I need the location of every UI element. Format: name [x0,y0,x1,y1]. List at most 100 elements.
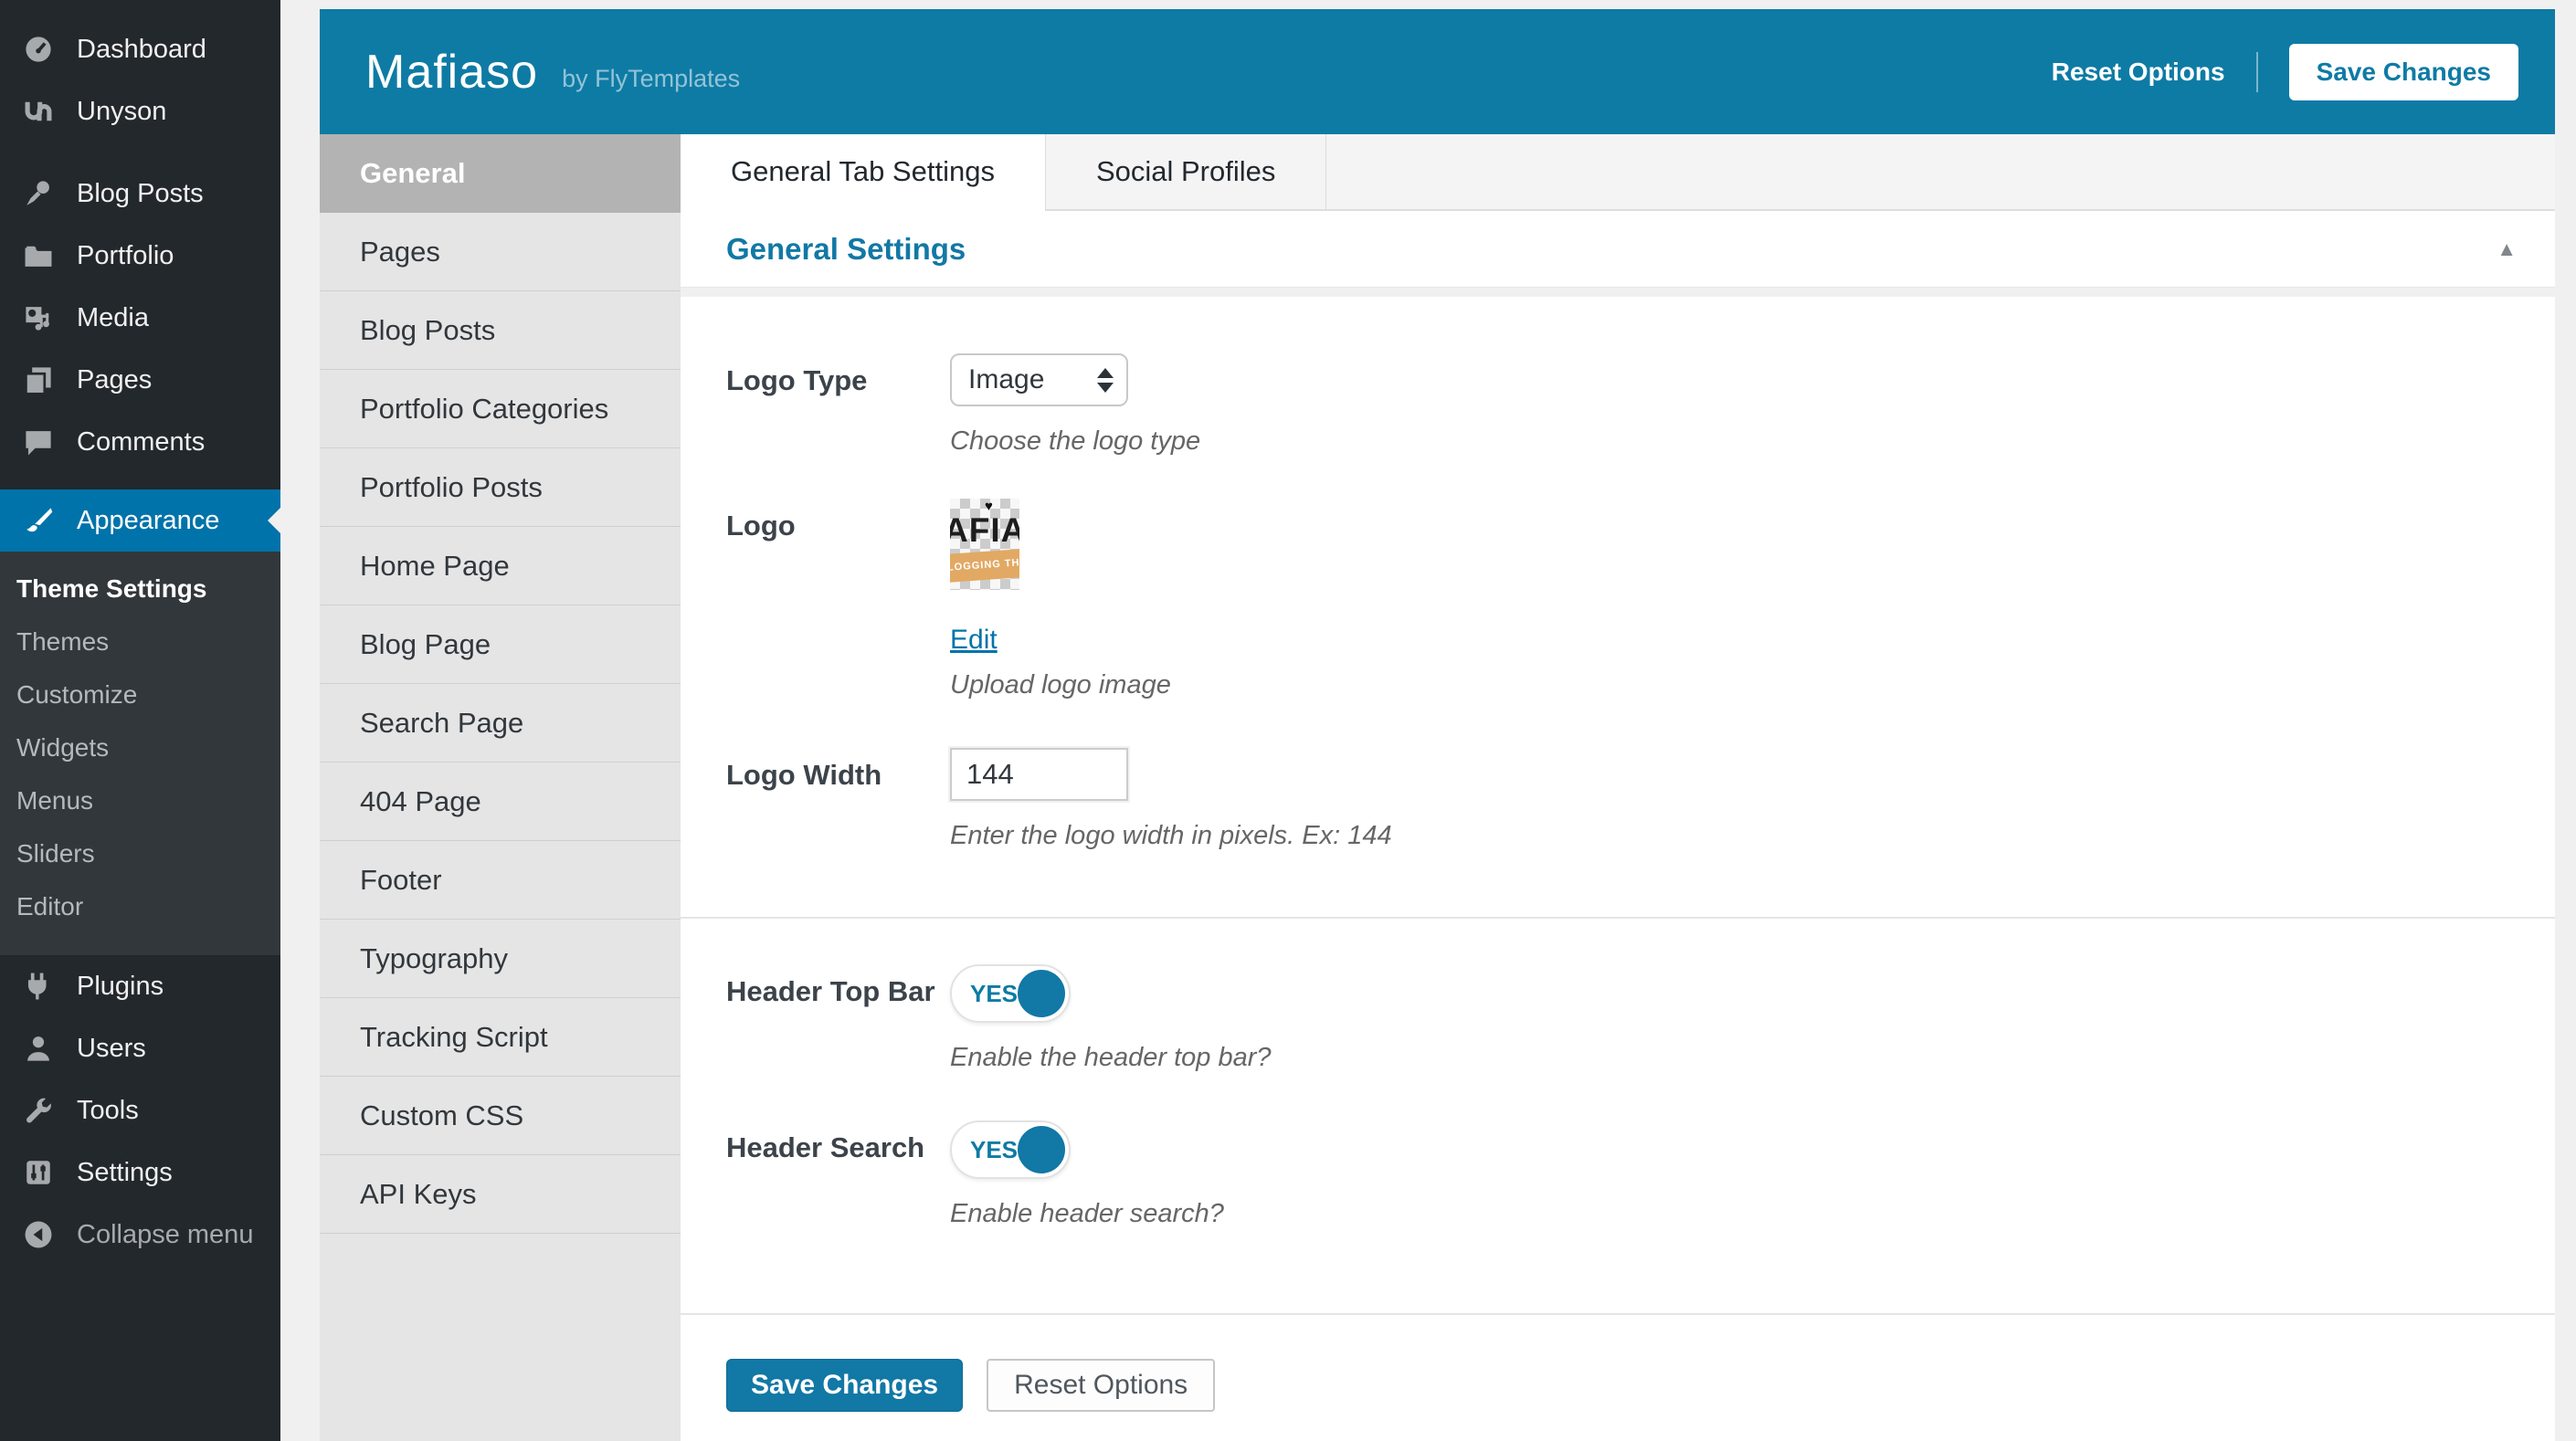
panel-body: General Pages Blog Posts Portfolio Categ… [320,134,2555,1441]
sidebar-item-label: Portfolio [77,241,174,271]
submenu-item-theme-settings[interactable]: Theme Settings [0,563,280,615]
settings-sliders-icon [20,1156,57,1189]
logo-width-hint: Enter the logo width in pixels. Ex: 144 [950,821,1392,851]
settings-menu-item-tracking-script[interactable]: Tracking Script [320,998,681,1077]
collapse-circle-arrow-icon [20,1218,57,1251]
logo-preview-text: AFIAS [950,511,1019,550]
paintbrush-icon [20,504,57,537]
save-changes-button[interactable]: Save Changes [726,1359,963,1412]
logo-width-row: Logo Width Enter the logo width in pixel… [726,748,2555,851]
sidebar-item-pages[interactable]: Pages [0,349,280,411]
main-column: General Tab Settings Social Profiles Gen… [681,134,2555,1441]
settings-menu-item-pages[interactable]: Pages [320,213,681,291]
reset-options-header-button[interactable]: Reset Options [2052,58,2225,87]
sidebar-item-collapse-menu[interactable]: Collapse menu [0,1204,280,1266]
select-stepper-icon [1097,368,1114,393]
header-search-control: YES Enable header search? [950,1120,1224,1229]
section-title: General Settings [726,232,966,267]
sidebar-item-users[interactable]: Users [0,1017,280,1079]
settings-menu-item-404-page[interactable]: 404 Page [320,763,681,841]
sidebar-item-label: Media [77,303,149,333]
logo-type-select[interactable]: Image [950,353,1128,406]
settings-menu-item-blog-page[interactable]: Blog Page [320,605,681,684]
logo-width-input[interactable] [950,748,1128,801]
submenu-item-sliders[interactable]: Sliders [0,827,280,880]
sidebar-item-label: Settings [77,1158,173,1188]
theme-header-bar: Mafiaso by FlyTemplates Reset Options Sa… [320,9,2555,134]
logo-type-label: Logo Type [726,353,950,457]
header-search-hint: Enable header search? [950,1199,1224,1229]
sidebar-item-label: Comments [77,427,205,458]
header-divider [2256,52,2258,92]
pages-icon [20,363,57,396]
settings-menu-item-general[interactable]: General [320,134,681,213]
media-icon [20,301,57,334]
theme-byline: by FlyTemplates [562,50,740,93]
header-top-bar-row: Header Top Bar YES Enable the header top… [726,964,2555,1073]
theme-title: Mafiaso [365,45,538,100]
settings-menu-item-footer[interactable]: Footer [320,841,681,920]
reset-options-button[interactable]: Reset Options [987,1359,1215,1412]
sidebar-item-settings[interactable]: Settings [0,1141,280,1204]
submenu-item-themes[interactable]: Themes [0,615,280,668]
comment-bubble-icon [20,426,57,458]
sidebar-item-portfolio[interactable]: Portfolio [0,225,280,287]
logo-width-label: Logo Width [726,748,950,851]
sidebar-item-blog-posts[interactable]: Blog Posts [0,163,280,225]
sidebar-item-unyson[interactable]: Unyson [0,80,280,142]
settings-menu-item-custom-css[interactable]: Custom CSS [320,1077,681,1155]
logo-label: Logo [726,499,950,700]
header-search-row: Header Search YES Enable header search? [726,1120,2555,1229]
submenu-item-customize[interactable]: Customize [0,668,280,721]
submenu-item-editor[interactable]: Editor [0,880,280,933]
toggle-yes-label: YES [970,980,1018,1008]
sidebar-item-appearance[interactable]: Appearance [0,489,280,552]
settings-menu-item-api-keys[interactable]: API Keys [320,1155,681,1234]
unyson-icon [20,95,57,128]
header-search-toggle[interactable]: YES [950,1120,1071,1179]
user-icon [20,1032,57,1065]
sidebar-item-media[interactable]: Media [0,287,280,349]
sidebar-item-label: Pages [77,365,152,395]
settings-menu-item-blog-posts[interactable]: Blog Posts [320,291,681,370]
plug-icon [20,970,57,1003]
settings-menu-item-search-page[interactable]: Search Page [320,684,681,763]
header-search-label: Header Search [726,1120,950,1229]
header-top-bar-label: Header Top Bar [726,964,950,1073]
sidebar-item-label: Blog Posts [77,179,204,209]
sidebar-item-label: Dashboard [77,35,206,65]
logo-type-row: Logo Type Image Choose the logo type [726,353,2555,457]
admin-sidebar: Dashboard Unyson Blog Posts Portfolio Me… [0,0,280,1441]
logo-control: ♥ AFIAS BLOGGING THEME Edit Upload logo … [950,499,1171,700]
pushpin-icon [20,177,57,210]
sidebar-item-comments[interactable]: Comments [0,411,280,473]
general-settings-form: Logo Type Image Choose the logo type Log… [681,297,2555,1441]
settings-menu-item-portfolio-posts[interactable]: Portfolio Posts [320,448,681,527]
logo-type-selected-value: Image [968,364,1044,395]
sidebar-item-label: Collapse menu [77,1220,253,1250]
toggle-knob [1018,970,1065,1017]
tab-bar: General Tab Settings Social Profiles [681,134,2555,211]
submenu-item-widgets[interactable]: Widgets [0,721,280,774]
sidebar-item-dashboard[interactable]: Dashboard [0,18,280,80]
settings-menu-item-home-page[interactable]: Home Page [320,527,681,605]
tab-social-profiles[interactable]: Social Profiles [1046,134,1326,209]
wrench-icon [20,1094,57,1127]
toggle-knob [1018,1126,1065,1173]
submenu-item-menus[interactable]: Menus [0,774,280,827]
sidebar-item-plugins[interactable]: Plugins [0,955,280,1017]
sidebar-item-label: Unyson [77,97,166,127]
logo-preview-image[interactable]: ♥ AFIAS BLOGGING THEME [950,499,1019,590]
logo-edit-link[interactable]: Edit [950,625,998,656]
tab-general-tab-settings[interactable]: General Tab Settings [681,134,1046,211]
footer-divider [681,1313,2555,1315]
section-collapse-icon[interactable]: ▲ [2497,237,2517,261]
settings-menu-item-portfolio-categories[interactable]: Portfolio Categories [320,370,681,448]
header-top-bar-hint: Enable the header top bar? [950,1043,1272,1073]
save-changes-header-button[interactable]: Save Changes [2289,44,2518,100]
header-top-bar-control: YES Enable the header top bar? [950,964,1272,1073]
settings-menu-item-typography[interactable]: Typography [320,920,681,998]
sidebar-item-label: Plugins [77,972,164,1002]
sidebar-item-tools[interactable]: Tools [0,1079,280,1141]
header-top-bar-toggle[interactable]: YES [950,964,1071,1023]
